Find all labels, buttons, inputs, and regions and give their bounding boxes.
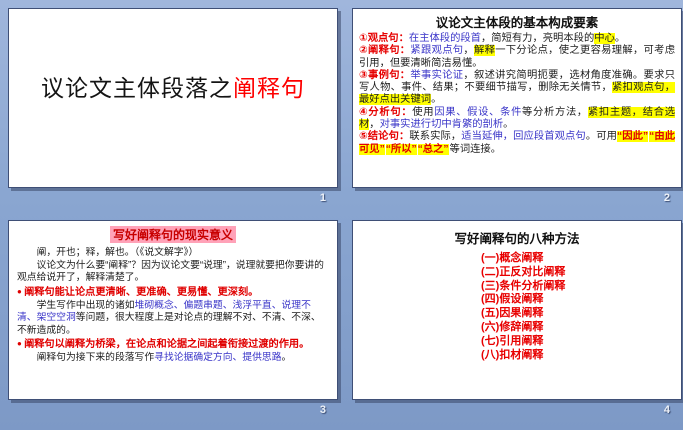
slide-sorter-view: 议论文主体段落之阐释句 1 议论文主体段的基本构成要素 ①观点句：在主体段的段首… — [0, 0, 683, 430]
text-segment: 中心 — [594, 33, 615, 44]
text-segment: 寻找论据确定方向、提供思路 — [154, 352, 281, 363]
text-segment: 等分析方法， — [522, 107, 588, 118]
text-segment: 。 — [282, 352, 292, 363]
slide-cell-3: 写好阐释句的现实意义 阐，开也；释，解也。（《说文解字》） 议论文为什么要“阐释… — [8, 220, 344, 400]
slide3-title-wrap: 写好阐释句的现实意义 — [17, 226, 329, 244]
method-item: (八)扣材阐释 — [481, 349, 681, 363]
text-segment: 阐释句为接下来的段落写作 — [37, 352, 155, 363]
text-segment: 。可用 — [586, 131, 617, 142]
item-label: ⑤结论句： — [359, 131, 409, 142]
slide3-para1: 阐，开也；释，解也。（《说文解字》） — [17, 247, 329, 260]
slide2-item: ①观点句：在主体段的段首，简短有力，亮明本段的中心。 — [359, 33, 675, 45]
slide2-title: 议论文主体段的基本构成要素 — [359, 12, 675, 31]
text-segment: 解释 — [474, 45, 495, 56]
slide2-item: ④分析句：使用因果、假设、条件等分析方法，紧扣主题，结合选材，对事实进行切中肯綮… — [359, 107, 675, 132]
text-segment: “总之” — [418, 144, 449, 155]
slide-4-thumbnail[interactable]: 写好阐释句的八种方法 (一)概念阐释(二)正反对比阐释(三)条件分析阐释(四)假… — [352, 220, 682, 400]
slide3-para4: 阐释句为接下来的段落写作寻找论据确定方向、提供思路。 — [17, 352, 329, 365]
slide3-bullet1: 阐释句能让论点更清晰、更准确、更易懂、更深刻。 — [17, 286, 329, 300]
text-segment: 。 — [431, 94, 441, 105]
slide2-item: ③事例句：举事实论证，叙述讲究简明扼要，选材角度准确。要求只写人物、事件、结果；… — [359, 70, 675, 107]
text-segment: 联系实际， — [409, 131, 461, 142]
method-item: (七)引用阐释 — [481, 335, 681, 349]
method-item: (四)假设阐释 — [481, 293, 681, 307]
item-label: ③事例句： — [359, 70, 410, 81]
slide4-method-list: (一)概念阐释(二)正反对比阐释(三)条件分析阐释(四)假设阐释(五)因果阐释(… — [353, 252, 681, 362]
slide2-item: ⑤结论句：联系实际，适当延伸，回应段首观点句。可用“因此”“由此可见”“所以”“… — [359, 131, 675, 156]
text-segment: 等词连接。 — [450, 144, 501, 155]
slide-cell-2: 议论文主体段的基本构成要素 ①观点句：在主体段的段首，简短有力，亮明本段的中心。… — [352, 8, 683, 188]
slide3-bullet2: 阐释句以阐释为桥梁，在论点和论据之间起着衔接过渡的作用。 — [17, 338, 329, 352]
text-segment: 。 — [503, 119, 513, 130]
slide-2-number: 2 — [664, 192, 670, 204]
method-item: (五)因果阐释 — [481, 307, 681, 321]
slide-3-number: 3 — [320, 404, 326, 416]
item-label: ②阐释句： — [359, 45, 410, 56]
slide2-item: ②阐释句：紧跟观点句，解释一下分论点，使之更容易理解，可考虑引用，但要清晰简洁易… — [359, 45, 675, 70]
method-item: (二)正反对比阐释 — [481, 266, 681, 280]
slide1-title-red: 阐释句 — [233, 75, 305, 101]
slide-3-thumbnail[interactable]: 写好阐释句的现实意义 阐，开也；释，解也。（《说文解字》） 议论文为什么要“阐释… — [8, 220, 338, 400]
text-segment: ， — [463, 45, 474, 56]
text-segment: 适当延伸，回应段首观点句 — [461, 131, 586, 142]
method-item: (六)修辞阐释 — [481, 321, 681, 335]
slide-1-number: 1 — [320, 192, 326, 204]
slide2-content: 议论文主体段的基本构成要素 ①观点句：在主体段的段首，简短有力，亮明本段的中心。… — [353, 9, 681, 156]
slide4-title: 写好阐释句的八种方法 — [353, 228, 681, 247]
text-segment: 在主体段的段首 — [409, 33, 481, 44]
slide-cell-4: 写好阐释句的八种方法 (一)概念阐释(二)正反对比阐释(三)条件分析阐释(四)假… — [352, 220, 683, 400]
slide-4-number: 4 — [664, 404, 670, 416]
text-segment: 使用 — [412, 107, 434, 118]
text-segment: ，简短有力，亮明本段的 — [481, 33, 594, 44]
text-segment: 因果、假设、条件 — [434, 107, 522, 118]
text-segment: 。 — [615, 33, 625, 44]
slide2-body: ①观点句：在主体段的段首，简短有力，亮明本段的中心。②阐释句：紧跟观点句，解释一… — [359, 33, 675, 156]
item-label: ①观点句： — [359, 33, 409, 44]
slide-1-thumbnail[interactable]: 议论文主体段落之阐释句 — [8, 8, 338, 188]
text-segment: ， — [369, 119, 379, 130]
text-segment: “所以” — [386, 144, 417, 155]
slide-2-thumbnail[interactable]: 议论文主体段的基本构成要素 ①观点句：在主体段的段首，简短有力，亮明本段的中心。… — [352, 8, 682, 188]
method-item: (三)条件分析阐释 — [481, 280, 681, 294]
slide3-content: 写好阐释句的现实意义 阐，开也；释，解也。（《说文解字》） 议论文为什么要“阐释… — [9, 221, 337, 365]
text-segment: 举事实论证 — [410, 70, 463, 81]
slide1-title-black: 议论文主体段落之 — [41, 75, 233, 101]
item-label: ④分析句： — [359, 107, 412, 118]
method-item: (一)概念阐释 — [481, 252, 681, 266]
text-segment: 对事实进行切中肯綮的剖析 — [380, 119, 504, 130]
text-segment: “因此” — [617, 131, 648, 142]
text-segment: 学生写作中出现的诸如 — [37, 300, 135, 311]
slide3-para2: 议论文为什么要“阐释”？因为议论文要“说理”，说理就要把你要讲的观点给说开了，解… — [17, 260, 329, 285]
slide1-title: 议论文主体段落之阐释句 — [9, 9, 337, 103]
slide-cell-1: 议论文主体段落之阐释句 1 — [8, 8, 344, 188]
slide3-para3: 学生写作中出现的诸如堆砌概念、偏题串题、浅浮平直、说理不清、架空空洞等问题，很大… — [17, 300, 329, 338]
text-segment: 紧跟观点句 — [410, 45, 463, 56]
slide3-title: 写好阐释句的现实意义 — [110, 226, 236, 243]
